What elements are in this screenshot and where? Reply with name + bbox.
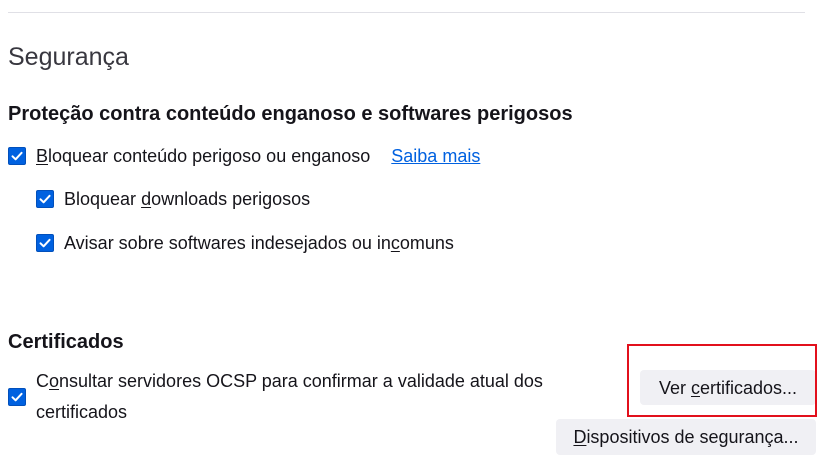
block-downloads-checkbox-control[interactable]: Bloquear downloads perigosos xyxy=(36,187,310,211)
ocsp-checkbox[interactable] xyxy=(8,388,26,406)
warn-unwanted-label[interactable]: Avisar sobre softwares indesejados ou in… xyxy=(64,231,454,255)
learn-more-link[interactable]: Saiba mais xyxy=(391,144,480,168)
security-devices-button[interactable]: Dispositivos de segurança... xyxy=(556,419,816,455)
checkmark-icon xyxy=(39,238,51,248)
block-dangerous-row: Bloquear conteúdo perigoso ou enganoso S… xyxy=(8,144,480,168)
warn-unwanted-checkbox[interactable] xyxy=(36,234,54,252)
ocsp-row: Consultar servidores OCSP para confirmar… xyxy=(8,366,596,428)
checkmark-icon xyxy=(39,194,51,204)
warn-unwanted-checkbox-control[interactable]: Avisar sobre softwares indesejados ou in… xyxy=(36,231,454,255)
block-downloads-row: Bloquear downloads perigosos xyxy=(36,187,310,211)
ocsp-checkbox-control[interactable]: Consultar servidores OCSP para confirmar… xyxy=(8,366,596,428)
ocsp-label[interactable]: Consultar servidores OCSP para confirmar… xyxy=(36,366,596,428)
block-downloads-label[interactable]: Bloquear downloads perigosos xyxy=(64,187,310,211)
preferences-page: Segurança Proteção contra conteúdo engan… xyxy=(0,0,818,455)
accesskey-letter: B xyxy=(36,146,49,166)
accesskey-letter: D xyxy=(573,427,587,447)
accesskey-letter: o xyxy=(49,371,60,391)
accesskey-letter: c xyxy=(390,233,400,253)
block-dangerous-checkbox-control[interactable]: Bloquear conteúdo perigoso ou enganoso xyxy=(8,144,370,168)
section-divider xyxy=(8,12,805,13)
certificates-heading: Certificados xyxy=(8,331,124,353)
checkmark-icon xyxy=(11,392,23,402)
deceptive-content-heading: Proteção contra conteúdo enganoso e soft… xyxy=(8,103,573,125)
accesskey-letter: c xyxy=(690,377,700,398)
checkmark-icon xyxy=(11,151,23,161)
block-downloads-checkbox[interactable] xyxy=(36,190,54,208)
warn-unwanted-row: Avisar sobre softwares indesejados ou in… xyxy=(36,231,454,255)
block-dangerous-checkbox[interactable] xyxy=(8,147,26,165)
accesskey-letter: d xyxy=(141,189,152,209)
view-certificates-button[interactable]: Ver certificados... xyxy=(640,370,816,405)
security-section-title: Segurança xyxy=(8,43,129,71)
block-dangerous-label[interactable]: Bloquear conteúdo perigoso ou enganoso xyxy=(36,144,370,168)
